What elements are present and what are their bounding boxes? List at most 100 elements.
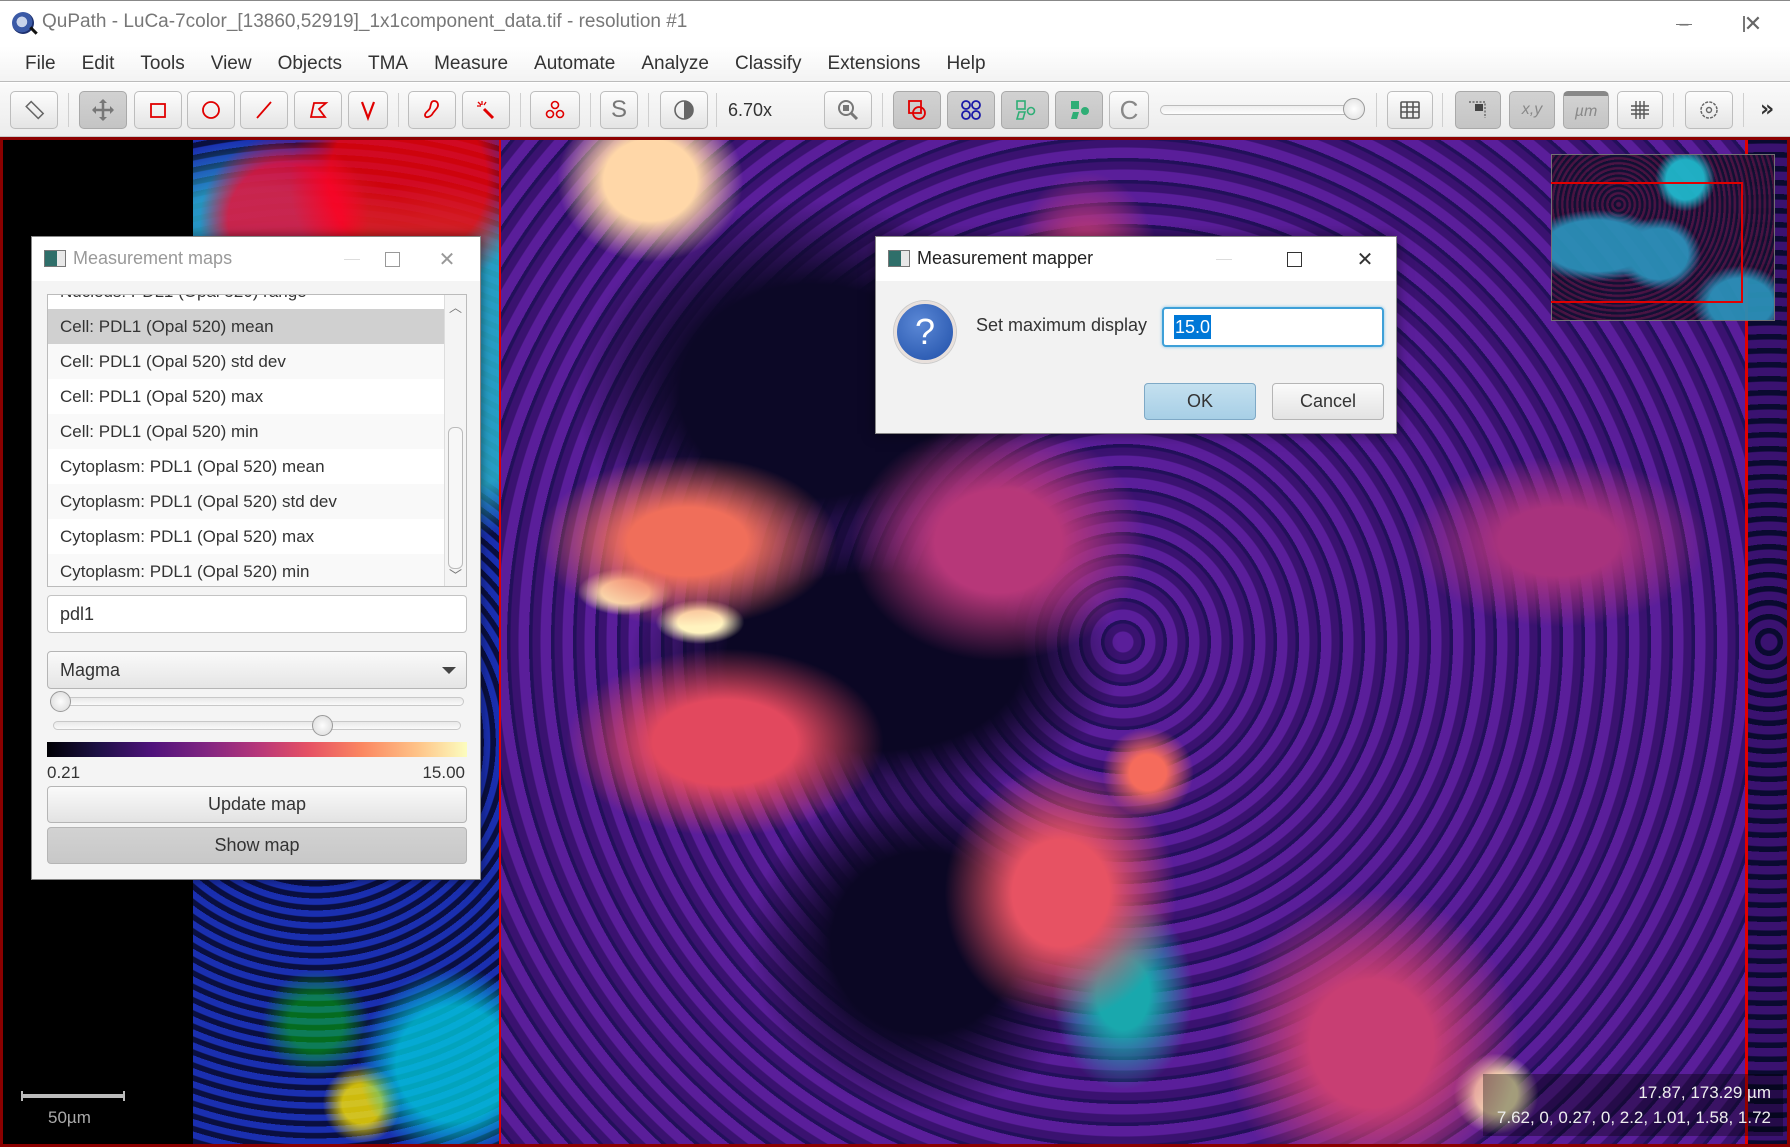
menu-classify[interactable]: Classify — [722, 53, 815, 75]
brush-tool-button[interactable] — [408, 91, 456, 129]
close-button[interactable]: ✕ — [1350, 245, 1380, 273]
menu-measure[interactable]: Measure — [421, 53, 521, 75]
ok-button[interactable]: OK — [1144, 383, 1256, 420]
magic-wand-icon — [477, 101, 495, 120]
ellipse-tool-button[interactable] — [187, 91, 235, 129]
toolbar-separator — [1376, 93, 1377, 127]
detections-outline-icon — [1015, 100, 1036, 120]
menu-help[interactable]: Help — [933, 53, 998, 75]
opacity-slider[interactable] — [1160, 105, 1356, 115]
polygon-icon — [309, 102, 329, 118]
scalebar-label: 50µm — [48, 1108, 91, 1127]
zoom-level: 6.70x — [728, 100, 773, 120]
title-bar: QuPath - LuCa-7color_[13860,52919]_1x1co… — [0, 0, 1790, 46]
max-display-slider-thumb[interactable] — [312, 715, 334, 736]
chevron-down-icon[interactable]: ﹀ — [449, 565, 462, 584]
gear-icon — [1700, 101, 1718, 119]
maximize-button[interactable] — [377, 245, 407, 273]
window-icon — [44, 250, 66, 267]
toolbar-overflow-button[interactable]: » — [1760, 97, 1774, 122]
colormap-select[interactable]: Magma — [47, 651, 467, 689]
maximize-button[interactable] — [1279, 245, 1309, 273]
zoom-to-fit-button[interactable] — [824, 91, 872, 129]
maximize-button[interactable] — [1654, 7, 1745, 41]
menu-tma[interactable]: TMA — [355, 53, 421, 75]
polygon-tool-button[interactable] — [294, 91, 342, 129]
list-item-selected[interactable]: Cell: PDL1 (Opal 520) mean — [48, 309, 444, 344]
menu-edit[interactable]: Edit — [69, 53, 128, 75]
close-button[interactable]: ✕ — [1723, 7, 1783, 41]
fill-detections-button[interactable] — [1055, 91, 1103, 129]
rectangle-tool-button[interactable] — [134, 91, 182, 129]
preferences-button[interactable] — [1685, 91, 1733, 129]
measurement-list[interactable]: Nucleus: PDL1 (Opal 520) range Cell: PDL… — [47, 294, 467, 587]
selection-mode-button[interactable]: S — [600, 91, 638, 129]
wand-tool-button[interactable] — [462, 91, 510, 129]
measurement-maps-window: Measurement maps ✕ Nucleus: PDL1 (Opal 5… — [31, 236, 481, 880]
dropdown-arrow-icon — [442, 667, 456, 674]
measurement-maps-titlebar[interactable]: Measurement maps ✕ — [32, 237, 480, 281]
annotations-icon — [908, 100, 926, 120]
show-scalebar-button[interactable]: µm — [1563, 91, 1609, 129]
maximize-icon — [1286, 251, 1302, 267]
list-item[interactable]: Nucleus: PDL1 (Opal 520) range — [48, 295, 444, 309]
show-location-button[interactable]: x,y — [1509, 91, 1555, 129]
show-map-button[interactable]: Show map — [47, 827, 467, 864]
move-tool-button[interactable] — [79, 91, 127, 129]
line-tool-button[interactable] — [240, 91, 288, 129]
measurement-table-button[interactable] — [1387, 91, 1433, 129]
minimize-button[interactable] — [1209, 245, 1239, 273]
detections-filled-icon — [1071, 101, 1089, 119]
show-grid-button[interactable] — [1617, 91, 1663, 129]
min-display-slider-thumb[interactable] — [50, 691, 71, 712]
minimize-icon — [1216, 258, 1232, 260]
measure-tool-button[interactable] — [10, 91, 58, 129]
min-display-slider[interactable] — [50, 697, 464, 706]
list-item[interactable]: Cell: PDL1 (Opal 520) min — [48, 414, 444, 449]
list-scrollbar[interactable]: ︿ ﹀ — [444, 295, 466, 586]
maximum-display-input[interactable]: 15.0 — [1162, 307, 1384, 347]
list-item[interactable]: Cell: PDL1 (Opal 520) std dev — [48, 344, 444, 379]
measurement-mapper-dialog: Measurement mapper ✕ ? Set maximum displ… — [875, 236, 1397, 434]
close-button[interactable]: ✕ — [432, 245, 462, 273]
menu-view[interactable]: View — [198, 53, 265, 75]
menu-bar: File Edit Tools View Objects TMA Measure… — [0, 46, 1790, 82]
magma-colorbar — [47, 742, 467, 757]
menu-analyze[interactable]: Analyze — [628, 53, 722, 75]
opacity-slider-thumb[interactable] — [1343, 98, 1365, 120]
menu-file[interactable]: File — [12, 53, 69, 75]
colormap-selected-value: Magma — [60, 660, 121, 680]
ellipse-icon — [202, 101, 220, 119]
brightness-contrast-button[interactable] — [660, 91, 708, 129]
list-scrollbar-thumb[interactable] — [448, 427, 463, 569]
filter-input-value: pdl1 — [60, 604, 95, 624]
cancel-button[interactable]: Cancel — [1272, 383, 1384, 420]
magnifier-icon — [838, 100, 859, 121]
measurement-filter-input[interactable]: pdl1 — [47, 595, 467, 633]
list-item[interactable]: Cytoplasm: PDL1 (Opal 520) min — [48, 554, 444, 586]
show-tma-grid-button[interactable] — [947, 91, 995, 129]
list-item[interactable]: Cytoplasm: PDL1 (Opal 520) std dev — [48, 484, 444, 519]
measurement-mapper-title: Measurement mapper — [917, 248, 1094, 268]
minimize-button[interactable] — [337, 245, 367, 273]
menu-objects[interactable]: Objects — [265, 53, 355, 75]
show-classification-button[interactable]: C — [1109, 91, 1149, 129]
toolbar: S 6.70x C x,y µm » — [0, 83, 1790, 137]
menu-tools[interactable]: Tools — [127, 53, 197, 75]
list-item[interactable]: Cell: PDL1 (Opal 520) max — [48, 379, 444, 414]
show-overview-button[interactable] — [1455, 91, 1501, 129]
show-annotations-button[interactable] — [893, 91, 941, 129]
list-item[interactable]: Cytoplasm: PDL1 (Opal 520) mean — [48, 449, 444, 484]
cursor-location-readout: 17.87, 173.29 µm 7.62, 0, 0.27, 0, 2.2, … — [1483, 1074, 1783, 1136]
chevron-up-icon[interactable]: ︿ — [449, 297, 462, 316]
update-map-button[interactable]: Update map — [47, 786, 467, 823]
polyline-tool-button[interactable] — [348, 91, 388, 129]
measurement-mapper-titlebar[interactable]: Measurement mapper ✕ — [876, 237, 1396, 281]
menu-extensions[interactable]: Extensions — [814, 53, 933, 75]
show-detections-button[interactable] — [1001, 91, 1049, 129]
max-display-slider[interactable] — [53, 721, 461, 730]
points-tool-button[interactable] — [530, 91, 580, 129]
menu-automate[interactable]: Automate — [521, 53, 628, 75]
list-item[interactable]: Cytoplasm: PDL1 (Opal 520) max — [48, 519, 444, 554]
contrast-icon — [674, 100, 694, 120]
